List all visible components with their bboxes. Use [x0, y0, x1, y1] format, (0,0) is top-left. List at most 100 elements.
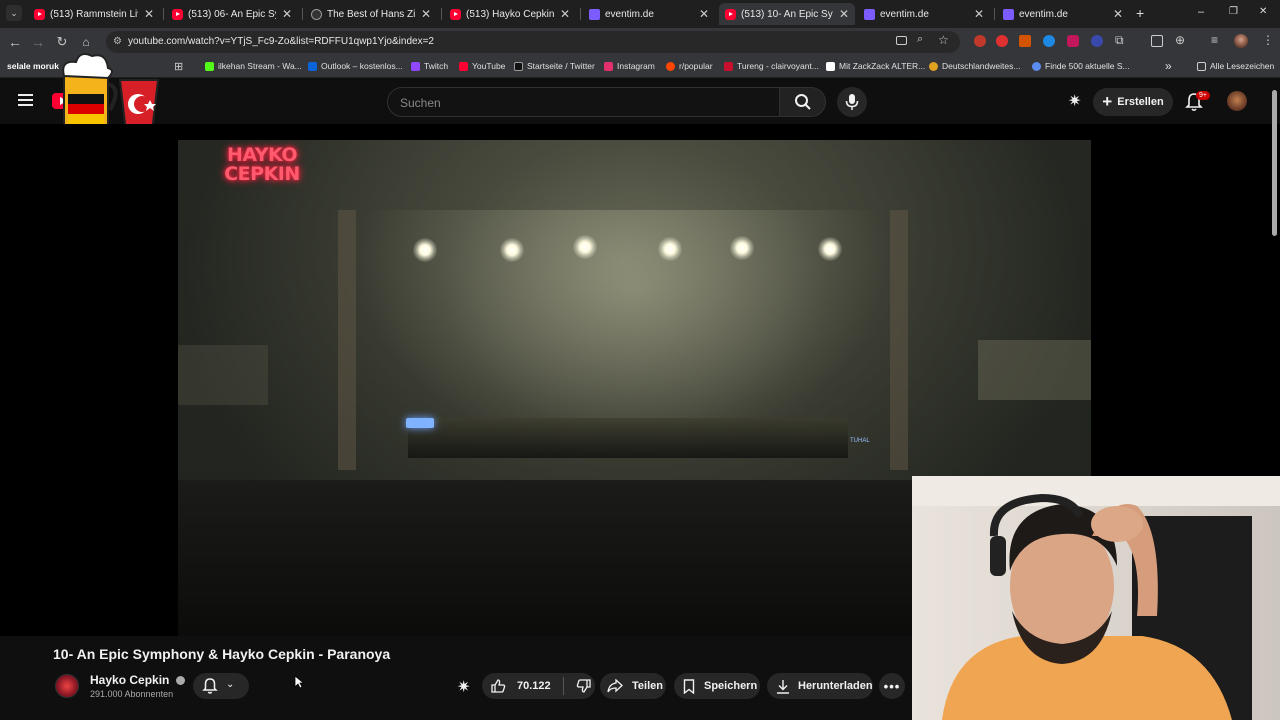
tab-search-button[interactable]: ⌄: [6, 5, 22, 21]
voice-search-button[interactable]: [837, 87, 867, 117]
bookmarks-bar: selale moruk ⊞ ilkehan Stream - Wa... Ou…: [0, 56, 1280, 78]
kick-icon: [205, 61, 214, 71]
cast-icon[interactable]: [896, 36, 907, 45]
eventim-icon: [589, 8, 600, 20]
browser-tab[interactable]: eventim.de ✕: [858, 3, 990, 25]
profile-switch-icon[interactable]: ⊕: [1175, 33, 1185, 47]
bookmark-item[interactable]: Tureng - clairvoyant...: [724, 61, 819, 71]
extension-icon[interactable]: [996, 35, 1008, 47]
channel-avatar[interactable]: [55, 674, 79, 698]
page-scrollbar[interactable]: [1272, 90, 1277, 236]
bookmark-item[interactable]: YouTube: [459, 61, 505, 71]
bookmark-save-icon: [683, 678, 695, 694]
youtube-icon: [725, 8, 736, 20]
apps-grid-icon[interactable]: ⊞: [174, 60, 183, 73]
all-bookmarks-button[interactable]: Alle Lesezeichen: [1197, 61, 1274, 71]
channel-name[interactable]: Hayko Cepkin: [90, 673, 185, 687]
close-icon[interactable]: ✕: [839, 7, 849, 21]
bookmark-label: Startseite / Twitter: [527, 61, 595, 71]
site-info-icon[interactable]: ⚙: [113, 36, 122, 47]
more-actions-button[interactable]: •••: [879, 673, 905, 699]
folder-icon: [1197, 61, 1206, 71]
ask-sparkle-icon[interactable]: ✷: [457, 677, 470, 697]
bookmark-item[interactable]: Startseite / Twitter: [514, 61, 595, 71]
bookmark-item[interactable]: Deutschlandweites...: [929, 61, 1020, 71]
bookmark-item[interactable]: ilkehan Stream - Wa...: [205, 61, 302, 71]
download-icon: [777, 679, 789, 694]
channel-subscribers: 291.000 Abonnenten: [90, 689, 174, 699]
close-icon[interactable]: ✕: [699, 7, 709, 21]
puzzle-extensions-icon[interactable]: ⧉: [1115, 33, 1124, 48]
address-bar[interactable]: ⚙ youtube.com/watch?v=YTjS_Fc9-Zo&list=R…: [106, 31, 960, 53]
forward-icon[interactable]: →: [30, 34, 46, 50]
download-button[interactable]: Herunterladen: [767, 673, 873, 699]
notification-settings-button[interactable]: ⌄: [193, 673, 249, 699]
tab-separator: [163, 8, 164, 20]
restore-button[interactable]: ❐: [1229, 6, 1238, 17]
bookmark-item[interactable]: Finde 500 aktuelle S...: [1032, 61, 1130, 71]
browser-tab[interactable]: The Best of Hans Zimmer ✕: [305, 3, 437, 25]
chevron-down-icon: ⌄: [226, 679, 235, 690]
new-tab-button[interactable]: +: [1136, 5, 1144, 21]
bookmarks-overflow-button[interactable]: »: [1165, 59, 1172, 73]
media-controls-icon[interactable]: ≡: [1211, 33, 1218, 47]
bookmark-item[interactable]: Mit ZackZack ALTER...: [826, 61, 925, 71]
tureng-icon: [724, 61, 733, 71]
back-icon[interactable]: ←: [7, 34, 23, 50]
search-button[interactable]: [779, 87, 826, 117]
side-panel-icon[interactable]: [1151, 35, 1163, 47]
browser-tab[interactable]: eventim.de ✕: [583, 3, 715, 25]
menu-kebab-icon[interactable]: ⋮: [1262, 33, 1274, 47]
browser-tab-active[interactable]: (513) 10- An Epic Sympho ✕: [719, 3, 855, 25]
hall-wall-left: [338, 210, 356, 470]
extension-icon[interactable]: [1091, 35, 1103, 47]
extension-icon[interactable]: [1019, 35, 1031, 47]
close-icon[interactable]: ✕: [560, 7, 570, 21]
bookmark-label: ilkehan Stream - Wa...: [218, 61, 302, 71]
minimize-button[interactable]: –: [1198, 6, 1204, 18]
zoom-icon[interactable]: ⌕: [917, 33, 923, 46]
share-button[interactable]: Teilen: [600, 673, 666, 699]
close-icon[interactable]: ✕: [1113, 7, 1123, 21]
balcony-right: [978, 340, 1091, 400]
bookmark-item[interactable]: Outlook – kostenlos...: [308, 61, 403, 71]
dislike-button[interactable]: [564, 673, 592, 699]
browser-tab[interactable]: (513) Hayko Cepkin - Sık ✕: [444, 3, 576, 25]
gemini-sparkle-icon[interactable]: ✷: [1068, 91, 1081, 111]
close-icon[interactable]: ✕: [144, 7, 154, 21]
browser-tab[interactable]: eventim.de ✕: [997, 3, 1129, 25]
bookmark-folder[interactable]: selale moruk: [7, 61, 59, 71]
account-avatar[interactable]: [1227, 91, 1247, 111]
balcony-left: [178, 345, 268, 405]
like-button[interactable]: 70.122: [482, 673, 551, 699]
hamburger-menu-icon[interactable]: [18, 94, 33, 106]
bookmark-label: Tureng - clairvoyant...: [737, 61, 819, 71]
home-icon[interactable]: ⌂: [78, 34, 94, 50]
bookmark-item[interactable]: Instagram: [604, 61, 655, 71]
tab-title: (513) Rammstein Live in M: [50, 8, 138, 20]
extension-icon[interactable]: [974, 35, 986, 47]
bookmark-item[interactable]: r/popular: [666, 61, 713, 71]
close-icon[interactable]: ✕: [282, 7, 292, 21]
profile-avatar[interactable]: [1234, 34, 1248, 48]
browser-tab[interactable]: (513) Rammstein Live in M ✕: [28, 3, 160, 25]
create-label: Erstellen: [1117, 96, 1164, 108]
save-button[interactable]: Speichern: [674, 673, 760, 699]
twitch-icon: [411, 61, 420, 71]
browser-toolbar: ← → ↻ ⌂ ⚙ youtube.com/watch?v=YTjS_Fc9-Z…: [0, 28, 1280, 56]
close-window-button[interactable]: ✕: [1259, 6, 1267, 17]
close-icon[interactable]: ✕: [421, 7, 431, 21]
stage-light: [573, 235, 597, 259]
bookmark-star-icon[interactable]: ☆: [938, 33, 949, 47]
microphone-icon: [845, 94, 859, 110]
browser-tab[interactable]: (513) 06- An Epic Sympho ✕: [166, 3, 298, 25]
reload-icon[interactable]: ↻: [54, 34, 70, 50]
url-text[interactable]: youtube.com/watch?v=YTjS_Fc9-Zo&list=RDF…: [128, 36, 434, 47]
search-input[interactable]: Suchen: [387, 87, 780, 117]
create-button[interactable]: + Erstellen: [1093, 88, 1173, 116]
close-icon[interactable]: ✕: [974, 7, 984, 21]
extension-icon[interactable]: [1043, 35, 1055, 47]
extension-icon[interactable]: [1067, 35, 1079, 47]
bookmark-item[interactable]: Twitch: [411, 61, 448, 71]
bookmark-label: Twitch: [424, 61, 449, 71]
